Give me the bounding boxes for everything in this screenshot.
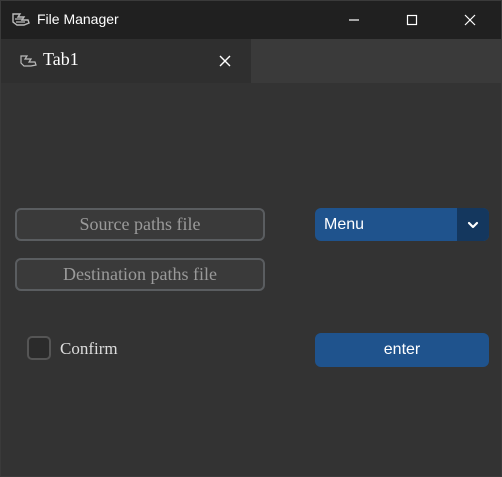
confirm-checkbox[interactable] [27,336,51,360]
confirm-label: Confirm [60,339,118,358]
close-icon[interactable] [217,53,233,69]
source-paths-file-button[interactable]: Source paths file [15,208,265,241]
menu-selected-value: Menu [324,216,365,233]
menu-dropdown-toggle[interactable] [457,208,489,241]
enter-button[interactable]: enter [315,333,489,367]
menu-dropdown[interactable]: Menu [315,208,489,241]
close-window-button[interactable] [447,1,493,39]
app-logo-icon [19,54,39,68]
minimize-button[interactable] [331,1,377,39]
destination-paths-file-button[interactable]: Destination paths file [15,258,265,291]
window-title: File Manager [37,11,119,27]
file-manager-window: File Manager Tab1 Source paths file Dest… [0,0,502,477]
app-logo-icon [11,11,31,29]
title-bar[interactable]: File Manager [1,1,501,39]
close-icon [464,14,476,26]
tab-bar: Tab1 [1,39,501,83]
maximize-icon [406,14,418,26]
tab-tab1[interactable]: Tab1 [1,39,251,83]
chevron-down-icon [467,221,479,228]
minimize-icon [349,19,359,21]
maximize-button[interactable] [389,1,435,39]
tab-bar-empty-area [251,39,501,83]
tab-label: Tab1 [43,49,79,69]
